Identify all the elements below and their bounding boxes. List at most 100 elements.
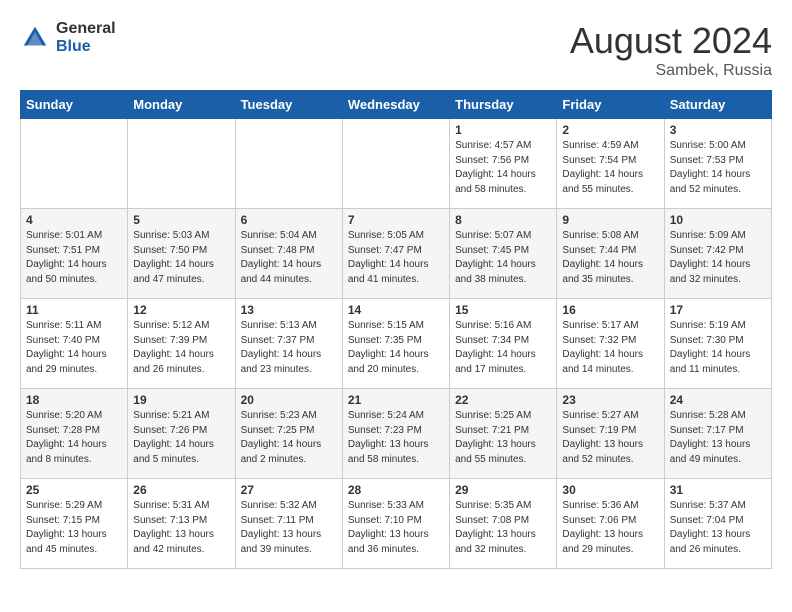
calendar-cell: 4 Sunrise: 5:01 AMSunset: 7:51 PMDaylight… xyxy=(21,209,128,299)
calendar-cell xyxy=(128,119,235,209)
calendar-cell: 7 Sunrise: 5:05 AMSunset: 7:47 PMDaylight… xyxy=(342,209,449,299)
day-info: Sunrise: 5:09 AMSunset: 7:42 PMDaylight:… xyxy=(670,229,766,287)
day-number: 8 xyxy=(455,213,551,227)
day-info: Sunrise: 5:12 AMSunset: 7:39 PMDaylight:… xyxy=(133,319,229,377)
day-number: 19 xyxy=(133,393,229,407)
calendar-cell: 30 Sunrise: 5:36 AMSunset: 7:06 PMDayligh… xyxy=(557,479,664,569)
day-number: 28 xyxy=(348,483,444,497)
day-number: 12 xyxy=(133,303,229,317)
day-info: Sunrise: 5:08 AMSunset: 7:44 PMDaylight:… xyxy=(562,229,658,287)
day-info: Sunrise: 4:59 AMSunset: 7:54 PMDaylight:… xyxy=(562,139,658,197)
calendar-cell: 31 Sunrise: 5:37 AMSunset: 7:04 PMDayligh… xyxy=(664,479,771,569)
day-number: 1 xyxy=(455,123,551,137)
header-cell-saturday: Saturday xyxy=(664,91,771,119)
day-number: 20 xyxy=(241,393,337,407)
day-info: Sunrise: 5:23 AMSunset: 7:25 PMDaylight:… xyxy=(241,409,337,467)
day-info: Sunrise: 5:13 AMSunset: 7:37 PMDaylight:… xyxy=(241,319,337,377)
day-info: Sunrise: 5:03 AMSunset: 7:50 PMDaylight:… xyxy=(133,229,229,287)
calendar-cell: 13 Sunrise: 5:13 AMSunset: 7:37 PMDayligh… xyxy=(235,299,342,389)
day-info: Sunrise: 5:17 AMSunset: 7:32 PMDaylight:… xyxy=(562,319,658,377)
day-info: Sunrise: 5:27 AMSunset: 7:19 PMDaylight:… xyxy=(562,409,658,467)
day-info: Sunrise: 5:01 AMSunset: 7:51 PMDaylight:… xyxy=(26,229,122,287)
day-number: 15 xyxy=(455,303,551,317)
calendar-cell: 29Sunrise: 5:35 AMSunset: 7:08 PMDayligh… xyxy=(450,479,557,569)
day-info: Sunrise: 5:05 AMSunset: 7:47 PMDaylight:… xyxy=(348,229,444,287)
calendar-cell: 1 Sunrise: 4:57 AMSunset: 7:56 PMDaylight… xyxy=(450,119,557,209)
calendar-week-row: 1 Sunrise: 4:57 AMSunset: 7:56 PMDaylight… xyxy=(21,119,772,209)
calendar-cell: 26 Sunrise: 5:31 AMSunset: 7:13 PMDayligh… xyxy=(128,479,235,569)
calendar-cell: 5 Sunrise: 5:03 AMSunset: 7:50 PMDaylight… xyxy=(128,209,235,299)
calendar-week-row: 25 Sunrise: 5:29 AMSunset: 7:15 PMDayligh… xyxy=(21,479,772,569)
day-number: 21 xyxy=(348,393,444,407)
day-number: 5 xyxy=(133,213,229,227)
logo: General Blue xyxy=(20,20,116,55)
header-cell-monday: Monday xyxy=(128,91,235,119)
header-cell-tuesday: Tuesday xyxy=(235,91,342,119)
day-number: 11 xyxy=(26,303,122,317)
calendar-cell: 21Sunrise: 5:24 AMSunset: 7:23 PMDayligh… xyxy=(342,389,449,479)
calendar-cell: 28Sunrise: 5:33 AMSunset: 7:10 PMDayligh… xyxy=(342,479,449,569)
day-info: Sunrise: 5:31 AMSunset: 7:13 PMDaylight:… xyxy=(133,499,229,557)
day-info: Sunrise: 5:16 AMSunset: 7:34 PMDaylight:… xyxy=(455,319,551,377)
page-header: General Blue August 2024 Sambek, Russia xyxy=(20,20,772,80)
logo-icon xyxy=(20,23,50,53)
day-number: 7 xyxy=(348,213,444,227)
day-info: Sunrise: 5:19 AMSunset: 7:30 PMDaylight:… xyxy=(670,319,766,377)
day-info: Sunrise: 5:21 AMSunset: 7:26 PMDaylight:… xyxy=(133,409,229,467)
day-number: 2 xyxy=(562,123,658,137)
day-number: 26 xyxy=(133,483,229,497)
day-number: 24 xyxy=(670,393,766,407)
day-info: Sunrise: 5:37 AMSunset: 7:04 PMDaylight:… xyxy=(670,499,766,557)
calendar-cell xyxy=(235,119,342,209)
calendar-cell: 20 Sunrise: 5:23 AMSunset: 7:25 PMDayligh… xyxy=(235,389,342,479)
day-info: Sunrise: 5:07 AMSunset: 7:45 PMDaylight:… xyxy=(455,229,551,287)
calendar-cell: 24 Sunrise: 5:28 AMSunset: 7:17 PMDayligh… xyxy=(664,389,771,479)
calendar-week-row: 4 Sunrise: 5:01 AMSunset: 7:51 PMDaylight… xyxy=(21,209,772,299)
day-number: 6 xyxy=(241,213,337,227)
day-info: Sunrise: 5:36 AMSunset: 7:06 PMDaylight:… xyxy=(562,499,658,557)
day-number: 13 xyxy=(241,303,337,317)
calendar-cell: 10 Sunrise: 5:09 AMSunset: 7:42 PMDayligh… xyxy=(664,209,771,299)
day-number: 30 xyxy=(562,483,658,497)
day-info: Sunrise: 5:32 AMSunset: 7:11 PMDaylight:… xyxy=(241,499,337,557)
calendar-cell: 16 Sunrise: 5:17 AMSunset: 7:32 PMDayligh… xyxy=(557,299,664,389)
calendar-cell: 6 Sunrise: 5:04 AMSunset: 7:48 PMDaylight… xyxy=(235,209,342,299)
day-number: 23 xyxy=(562,393,658,407)
header-cell-wednesday: Wednesday xyxy=(342,91,449,119)
calendar-cell: 15 Sunrise: 5:16 AMSunset: 7:34 PMDayligh… xyxy=(450,299,557,389)
calendar-cell: 27 Sunrise: 5:32 AMSunset: 7:11 PMDayligh… xyxy=(235,479,342,569)
day-number: 10 xyxy=(670,213,766,227)
calendar-cell: 9Sunrise: 5:08 AMSunset: 7:44 PMDaylight… xyxy=(557,209,664,299)
day-info: Sunrise: 5:29 AMSunset: 7:15 PMDaylight:… xyxy=(26,499,122,557)
location-subtitle: Sambek, Russia xyxy=(570,62,772,80)
calendar-header-row: SundayMondayTuesdayWednesdayThursdayFrid… xyxy=(21,91,772,119)
day-number: 31 xyxy=(670,483,766,497)
day-number: 27 xyxy=(241,483,337,497)
calendar-cell xyxy=(342,119,449,209)
day-number: 22 xyxy=(455,393,551,407)
calendar-cell: 17Sunrise: 5:19 AMSunset: 7:30 PMDayligh… xyxy=(664,299,771,389)
day-info: Sunrise: 5:00 AMSunset: 7:53 PMDaylight:… xyxy=(670,139,766,197)
calendar-cell: 18 Sunrise: 5:20 AMSunset: 7:28 PMDayligh… xyxy=(21,389,128,479)
day-number: 25 xyxy=(26,483,122,497)
calendar-week-row: 18 Sunrise: 5:20 AMSunset: 7:28 PMDayligh… xyxy=(21,389,772,479)
calendar-cell: 8 Sunrise: 5:07 AMSunset: 7:45 PMDaylight… xyxy=(450,209,557,299)
day-number: 29 xyxy=(455,483,551,497)
day-info: Sunrise: 5:20 AMSunset: 7:28 PMDaylight:… xyxy=(26,409,122,467)
calendar-cell: 11Sunrise: 5:11 AMSunset: 7:40 PMDayligh… xyxy=(21,299,128,389)
calendar-cell: 19 Sunrise: 5:21 AMSunset: 7:26 PMDayligh… xyxy=(128,389,235,479)
day-number: 18 xyxy=(26,393,122,407)
calendar-table: SundayMondayTuesdayWednesdayThursdayFrid… xyxy=(20,90,772,569)
day-number: 3 xyxy=(670,123,766,137)
header-cell-sunday: Sunday xyxy=(21,91,128,119)
day-info: Sunrise: 5:04 AMSunset: 7:48 PMDaylight:… xyxy=(241,229,337,287)
day-number: 4 xyxy=(26,213,122,227)
calendar-cell: 14Sunrise: 5:15 AMSunset: 7:35 PMDayligh… xyxy=(342,299,449,389)
calendar-cell: 2 Sunrise: 4:59 AMSunset: 7:54 PMDaylight… xyxy=(557,119,664,209)
day-info: Sunrise: 4:57 AMSunset: 7:56 PMDaylight:… xyxy=(455,139,551,197)
month-year-title: August 2024 xyxy=(570,20,772,62)
day-info: Sunrise: 5:28 AMSunset: 7:17 PMDaylight:… xyxy=(670,409,766,467)
calendar-cell: 3 Sunrise: 5:00 AMSunset: 7:53 PMDaylight… xyxy=(664,119,771,209)
day-number: 16 xyxy=(562,303,658,317)
calendar-cell: 25 Sunrise: 5:29 AMSunset: 7:15 PMDayligh… xyxy=(21,479,128,569)
